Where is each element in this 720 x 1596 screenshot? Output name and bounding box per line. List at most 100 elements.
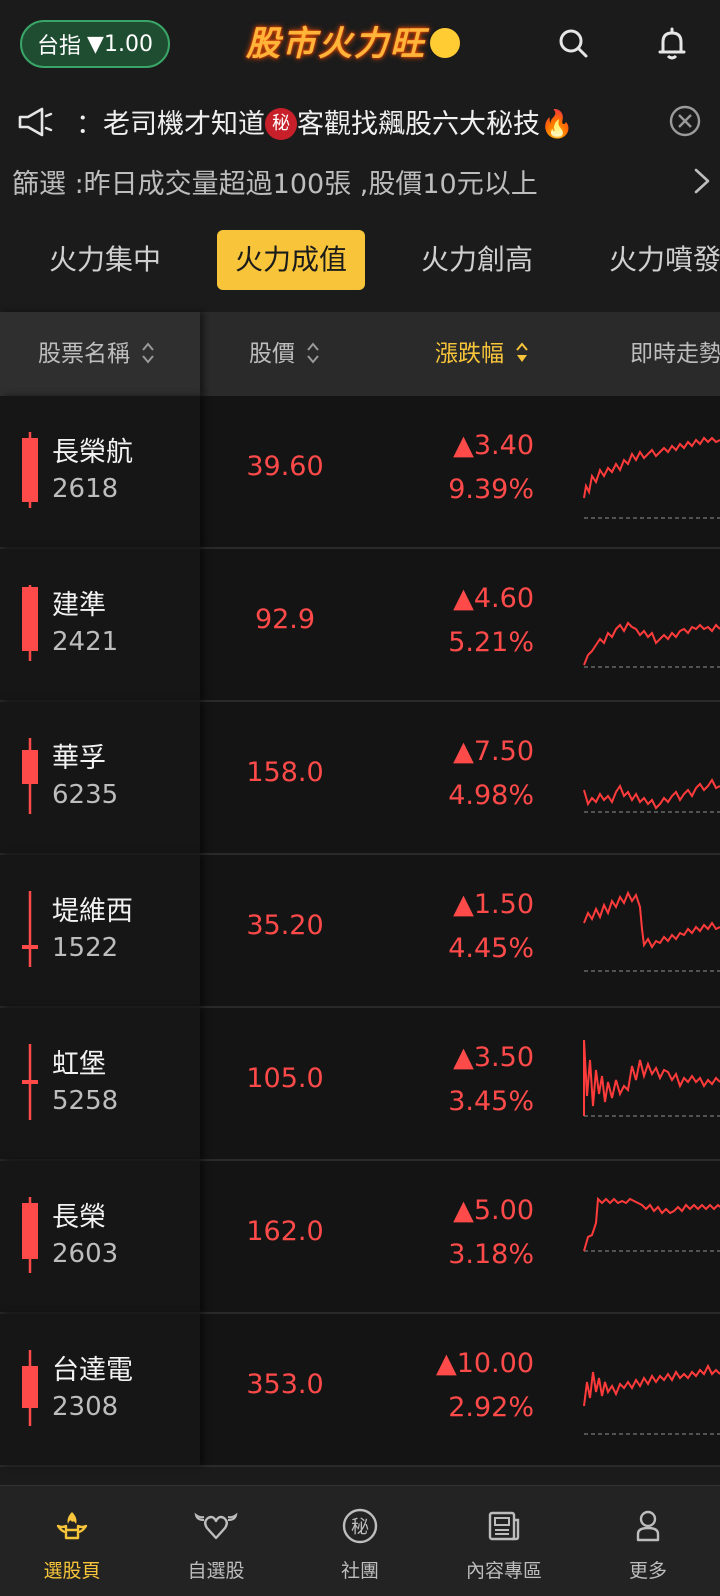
change-sort-header[interactable]: 漲跌幅 — [435, 312, 529, 396]
table-row[interactable]: 華孚 6235 158.0 ▲7.50 4.98% — [0, 702, 720, 855]
announcement-bar[interactable]: ：老司機才知道秘客觀找飆股六大秘技🔥 — [0, 96, 720, 150]
name-cell: 台達電 2308 — [0, 1314, 200, 1465]
app-title: 股市火力旺 — [246, 20, 460, 68]
percent-change: 3.45% — [448, 1086, 534, 1117]
candlestick-icon — [22, 738, 38, 814]
percent-change: 9.39% — [448, 474, 534, 505]
percent-change: 4.45% — [448, 933, 534, 964]
sort-icon — [307, 341, 320, 364]
nav-club[interactable]: 秘 社團 — [288, 1486, 432, 1596]
name-cell: 華孚 6235 — [0, 702, 200, 853]
price-change: ▲5.00 — [453, 1195, 534, 1226]
sparkline-chart — [583, 1196, 720, 1252]
tab-surge[interactable]: 火力噴發 — [590, 230, 720, 290]
index-pill[interactable]: 台指 ▼1.00 — [20, 20, 170, 68]
bell-icon[interactable] — [652, 24, 692, 64]
change-header-label: 漲跌幅 — [435, 341, 504, 367]
tab-turnover[interactable]: 火力成值 — [217, 230, 365, 290]
table-header: 股票名稱 股價 漲跌幅 即時走勢 — [0, 312, 720, 396]
app-header: 台指 ▼1.00 股市火力旺 — [0, 0, 720, 90]
name-cell: 長榮航 2618 — [0, 396, 200, 547]
stock-name: 堤維西 — [52, 896, 133, 927]
table-row[interactable]: 台達電 2308 353.0 ▲10.00 2.92% — [0, 1314, 720, 1467]
stock-code: 2421 — [52, 627, 119, 657]
table-row[interactable]: 長榮航 2618 39.60 ▲3.40 9.39% — [0, 396, 720, 549]
sparkline-chart — [583, 436, 720, 519]
candlestick-icon — [22, 432, 38, 508]
tab-concentration[interactable]: 火力集中 — [30, 230, 180, 290]
stock-name: 虹堡 — [52, 1049, 106, 1080]
megaphone-icon — [18, 107, 53, 137]
stock-code: 6235 — [52, 780, 119, 810]
name-cell: 長榮 2603 — [0, 1161, 200, 1312]
stock-price: 35.20 — [246, 910, 324, 941]
secret-club-icon: 秘 — [342, 1508, 378, 1544]
grin-emoji-icon — [430, 28, 460, 58]
price-change: ▲3.50 — [453, 1042, 534, 1073]
name-header-cell: 股票名稱 — [0, 312, 200, 396]
candlestick-icon — [22, 1044, 38, 1120]
percent-change: 5.21% — [448, 627, 534, 658]
nav-stock-picker[interactable]: 選股頁 — [0, 1486, 144, 1596]
name-cell: 虹堡 5258 — [0, 1008, 200, 1159]
stock-name: 台達電 — [52, 1355, 133, 1386]
stock-price: 39.60 — [246, 451, 324, 482]
table-row[interactable]: 堤維西 1522 35.20 ▲1.50 4.45% — [0, 855, 720, 1008]
stock-price: 353.0 — [246, 1369, 324, 1400]
candlestick-icon — [22, 585, 38, 661]
sort-desc-icon — [516, 341, 529, 362]
stock-code: 2618 — [52, 474, 119, 504]
stock-price: 162.0 — [246, 1216, 324, 1247]
stock-price: 92.9 — [254, 604, 316, 635]
candlestick-icon — [22, 1350, 38, 1426]
nav-content[interactable]: 內容專區 — [432, 1486, 576, 1596]
price-sort-header[interactable]: 股價 — [249, 312, 320, 396]
newspaper-icon — [488, 1511, 520, 1541]
sort-icon — [142, 341, 155, 364]
name-sort-header[interactable]: 股票名稱 — [38, 312, 155, 396]
percent-change: 3.18% — [448, 1239, 534, 1270]
price-change: ▲1.50 — [453, 889, 534, 920]
stock-name: 建準 — [52, 590, 106, 621]
sparkline-chart — [583, 890, 720, 972]
winged-heart-icon — [194, 1512, 238, 1540]
sparkline-chart — [583, 621, 720, 668]
index-change: ▼1.00 — [87, 31, 153, 57]
nav-watchlist[interactable]: 自選股 — [144, 1486, 288, 1596]
candlestick-icon — [22, 1197, 38, 1273]
close-icon[interactable] — [668, 104, 702, 138]
stock-name: 長榮航 — [52, 437, 133, 468]
tab-new-high[interactable]: 火力創高 — [402, 230, 552, 290]
tab-bar: 火力集中 火力成值 火力創高 火力噴發 — [0, 226, 720, 292]
stock-code: 5258 — [52, 1086, 119, 1116]
table-row[interactable]: 長榮 2603 162.0 ▲5.00 3.18% — [0, 1161, 720, 1314]
stock-name: 長榮 — [52, 1202, 106, 1233]
nav-label: 社團 — [340, 1560, 379, 1582]
index-label: 台指 — [37, 34, 82, 59]
name-header-label: 股票名稱 — [38, 341, 130, 367]
nav-label: 選股頁 — [43, 1560, 101, 1582]
bottom-navigation: 選股頁 自選股 秘 社團 內容專區 更多 — [0, 1485, 720, 1596]
nav-label: 自選股 — [187, 1560, 245, 1582]
percent-change: 2.92% — [448, 1392, 534, 1423]
search-icon[interactable] — [554, 24, 594, 64]
nav-more[interactable]: 更多 — [576, 1486, 720, 1596]
stock-code: 1522 — [52, 933, 119, 963]
announcement-text-part1: ：老司機才知道 — [76, 109, 265, 140]
nav-label: 內容專區 — [465, 1560, 542, 1582]
stock-price: 105.0 — [246, 1063, 324, 1094]
price-change: ▲4.60 — [453, 583, 534, 614]
sparkline-chart — [583, 1039, 720, 1117]
person-icon — [636, 1510, 660, 1542]
table-row[interactable]: 虹堡 5258 105.0 ▲3.50 3.45% — [0, 1008, 720, 1161]
svg-text:秘: 秘 — [351, 1517, 369, 1538]
stock-code: 2308 — [52, 1392, 119, 1422]
nav-label: 更多 — [628, 1560, 667, 1582]
stock-price: 158.0 — [246, 757, 324, 788]
table-row[interactable]: 建準 2421 92.9 ▲4.60 5.21% — [0, 549, 720, 702]
stock-code: 2603 — [52, 1239, 119, 1269]
stock-name: 華孚 — [52, 743, 106, 774]
name-cell: 建準 2421 — [0, 549, 200, 700]
app-title-text: 股市火力旺 — [246, 24, 426, 64]
filter-bar[interactable]: 篩選 :昨日成交量超過100張 ,股價10元以上 — [0, 156, 720, 206]
